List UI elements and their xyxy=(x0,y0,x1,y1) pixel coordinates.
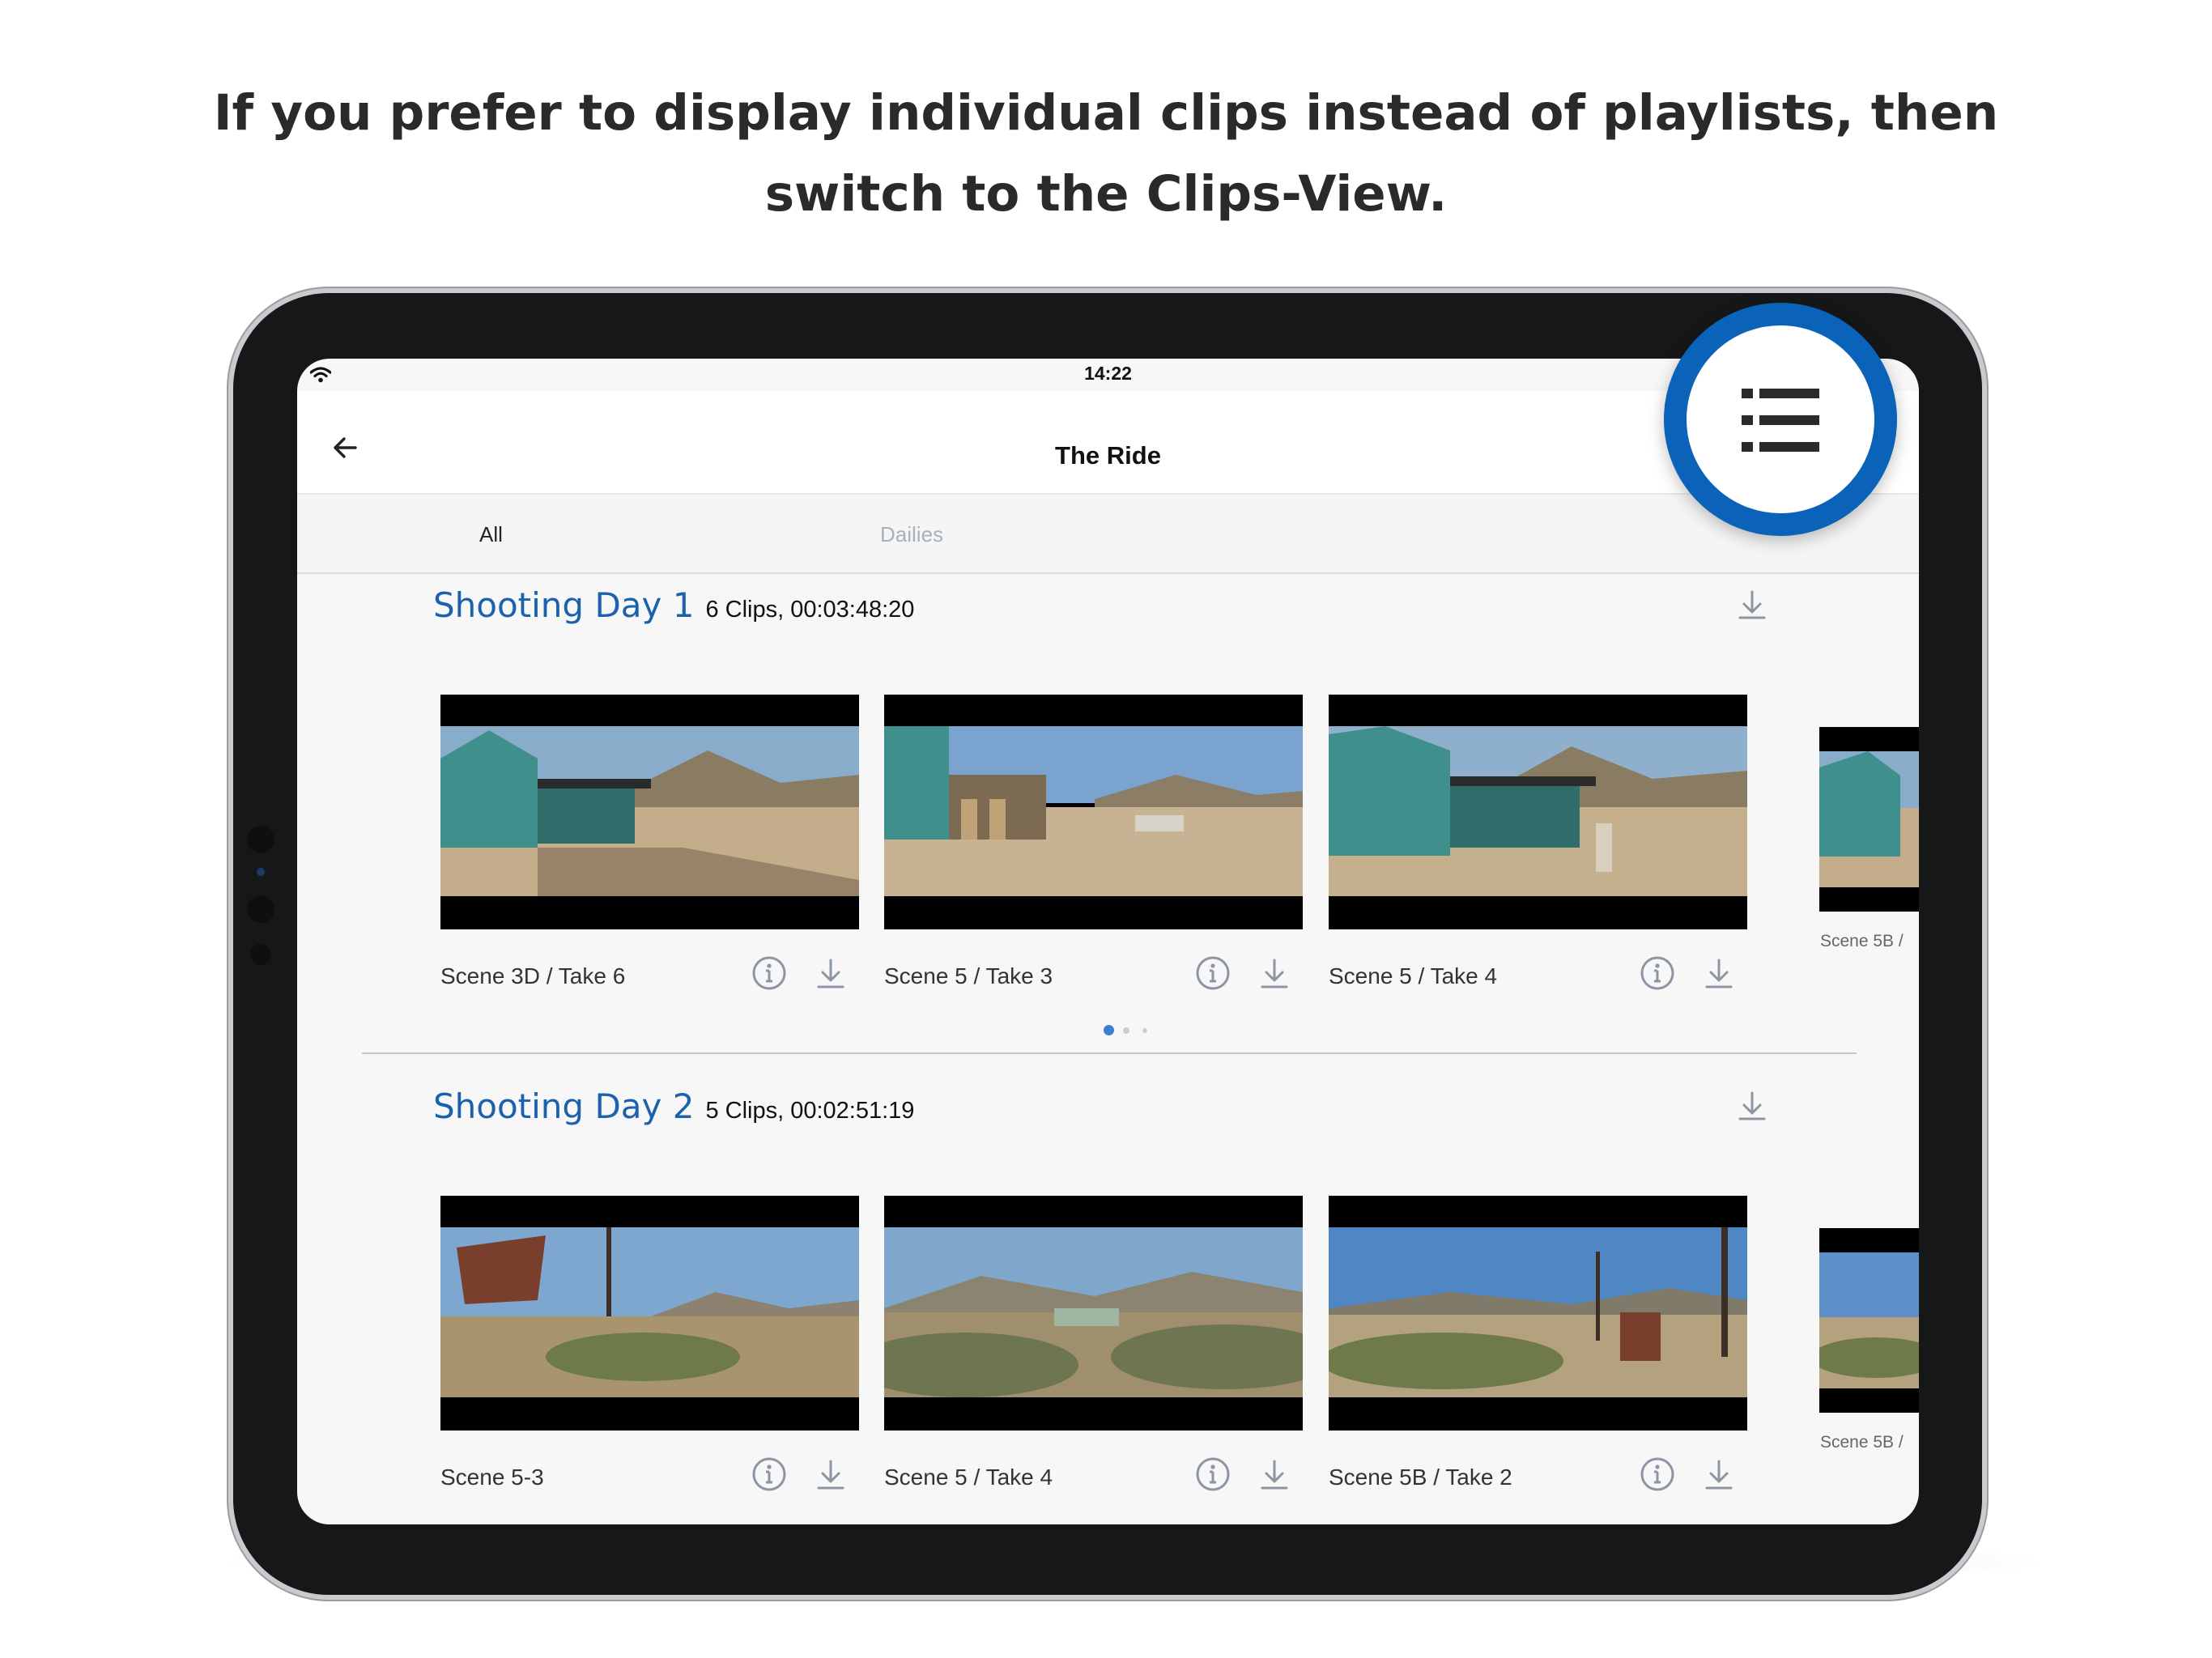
thumbnail-image xyxy=(440,1227,859,1397)
download-icon[interactable] xyxy=(1737,1090,1767,1122)
clip-thumbnail[interactable] xyxy=(1329,1196,1747,1431)
download-icon[interactable] xyxy=(1260,955,1289,991)
download-icon[interactable] xyxy=(816,955,845,991)
download-icon[interactable] xyxy=(816,1456,845,1492)
info-icon[interactable] xyxy=(1195,1456,1231,1492)
thumbnail-image xyxy=(1819,751,1919,887)
device-camera xyxy=(257,868,265,876)
playlist-section: Shooting Day 2 5 Clips, 00:02:51:19 Scene… xyxy=(297,1086,1919,1524)
clip-thumbnail[interactable] xyxy=(440,1196,859,1431)
section-title[interactable]: Shooting Day 1 6 Clips, 00:03:48:20 xyxy=(433,585,914,625)
thumbnail-image xyxy=(440,726,859,896)
info-icon[interactable] xyxy=(751,955,787,991)
clip-label: Scene 3D / Take 6 xyxy=(440,963,626,988)
section-meta: 6 Clips, 00:03:48:20 xyxy=(705,597,915,623)
info-icon[interactable] xyxy=(751,1456,787,1492)
thumbnail-image xyxy=(1329,726,1747,896)
page-dot[interactable] xyxy=(1142,1028,1147,1033)
section-divider xyxy=(362,1052,1857,1054)
clip-thumbnail[interactable] xyxy=(884,1196,1303,1431)
section-title-text: Shooting Day 1 xyxy=(433,585,695,625)
info-icon[interactable] xyxy=(1640,955,1675,991)
clip-thumbnail[interactable] xyxy=(884,695,1303,929)
page-dot[interactable] xyxy=(1123,1027,1129,1034)
thumbnail-image xyxy=(1819,1252,1919,1388)
clip-label: Scene 5-3 xyxy=(440,1465,544,1490)
info-icon[interactable] xyxy=(1195,955,1231,991)
page-indicator xyxy=(297,1025,1919,1036)
device-sensor xyxy=(247,895,274,923)
clip-thumbnail[interactable] xyxy=(440,695,859,929)
app-screen: 14:22 The Ride All Dailies Shooting Day … xyxy=(297,359,1919,1524)
tab-all[interactable]: All xyxy=(479,522,503,547)
clip-label: Scene 5 / Take 3 xyxy=(884,963,1053,988)
download-icon[interactable] xyxy=(1737,589,1767,621)
clip-label-partial: Scene 5B / xyxy=(1820,1433,1904,1452)
thumbnail-image xyxy=(884,1227,1303,1397)
thumbnail-image xyxy=(1329,1227,1747,1397)
download-icon[interactable] xyxy=(1704,955,1733,991)
page-dot-active[interactable] xyxy=(1104,1025,1114,1035)
tab-bar: All Dailies xyxy=(297,495,1919,574)
download-icon[interactable] xyxy=(1260,1456,1289,1492)
clip-thumbnail[interactable] xyxy=(1329,695,1747,929)
clip-label: Scene 5 / Take 4 xyxy=(1329,963,1498,988)
section-meta: 5 Clips, 00:02:51:19 xyxy=(705,1098,915,1124)
list-view-icon[interactable] xyxy=(1742,389,1819,452)
section-title-text: Shooting Day 2 xyxy=(433,1086,695,1126)
tab-dailies[interactable]: Dailies xyxy=(880,522,943,547)
clip-label-partial: Scene 5B / xyxy=(1820,932,1904,950)
clip-label: Scene 5 / Take 4 xyxy=(884,1465,1053,1490)
clip-label: Scene 5B / Take 2 xyxy=(1329,1465,1512,1490)
clip-thumbnail-partial[interactable] xyxy=(1819,1228,1919,1413)
section-title[interactable]: Shooting Day 2 5 Clips, 00:02:51:19 xyxy=(433,1086,914,1126)
device-sensor xyxy=(250,944,271,965)
playlist-section: Shooting Day 1 6 Clips, 00:03:48:20 Scene… xyxy=(297,585,1919,1039)
caption-line-1: If you prefer to display individual clip… xyxy=(213,84,1999,142)
clip-thumbnail-partial[interactable] xyxy=(1819,727,1919,912)
thumbnail-image xyxy=(884,726,1303,896)
info-icon[interactable] xyxy=(1640,1456,1675,1492)
clips-view-highlight[interactable] xyxy=(1664,303,1897,536)
caption-line-2: switch to the Clips-View. xyxy=(764,165,1448,223)
download-icon[interactable] xyxy=(1704,1456,1733,1492)
caption: If you prefer to display individual clip… xyxy=(0,73,2212,235)
device-sensor xyxy=(247,826,274,853)
